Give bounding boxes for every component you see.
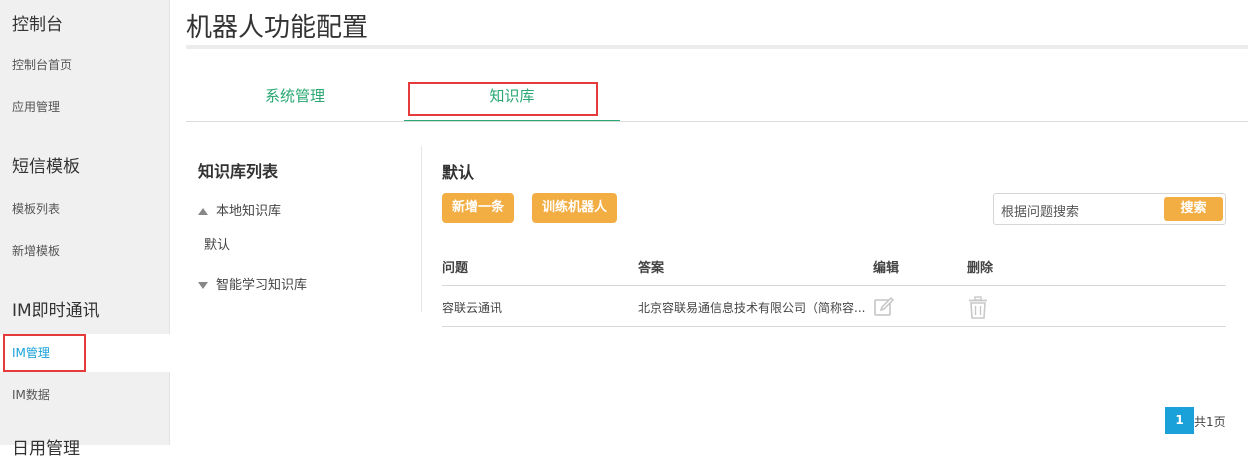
tree-node-label: 本地知识库 [216, 204, 282, 219]
column-header-answer: 答案 [638, 261, 665, 276]
panel-divider [421, 146, 422, 312]
sidebar-item-console-home[interactable]: 控制台首页 [0, 46, 170, 84]
search-button[interactable]: 搜索 [1164, 197, 1223, 221]
train-robot-button[interactable]: 训练机器人 [532, 193, 618, 223]
trash-icon[interactable] [967, 296, 989, 320]
sidebar-item-add-template[interactable]: 新增模板 [0, 232, 170, 270]
sidebar-item-app-management[interactable]: 应用管理 [0, 88, 170, 126]
sidebar-section-im: IM即时通讯 [12, 301, 100, 321]
sidebar-section-partial: 日用管理 [12, 439, 80, 459]
table-cell-answer: 北京容联易通信息技术有限公司（简称容... [638, 301, 866, 315]
title-divider [186, 45, 1248, 49]
tree-node-smart-kb[interactable]: 智能学习知识库 [198, 274, 307, 293]
table-header-divider [442, 285, 1226, 286]
edit-icon[interactable] [873, 296, 895, 318]
table-cell-question: 容联云通讯 [442, 301, 503, 315]
kb-name-heading: 默认 [442, 163, 475, 182]
search-input[interactable]: 根据问题搜索 搜索 [993, 193, 1226, 225]
tab-knowledge-base[interactable]: 知识库 [404, 72, 620, 122]
tree-node-local-kb[interactable]: 本地知识库 [198, 200, 281, 219]
sidebar-item-template-list[interactable]: 模板列表 [0, 190, 170, 228]
sidebar-section-console: 控制台 [12, 15, 63, 35]
collapse-icon [198, 208, 208, 215]
column-header-edit: 编辑 [873, 261, 900, 276]
column-header-delete: 删除 [967, 261, 994, 276]
expand-icon [198, 282, 208, 289]
sidebar-item-im-management[interactable]: IM管理 [0, 334, 170, 372]
sidebar: 控制台 控制台首页 应用管理 短信模板 模板列表 新增模板 IM即时通讯 IM管… [0, 0, 170, 459]
pagination-current-page[interactable]: 1 [1165, 407, 1194, 434]
tree-node-label: 智能学习知识库 [216, 278, 308, 293]
add-entry-button[interactable]: 新增一条 [442, 193, 515, 223]
sidebar-item-im-data[interactable]: IM数据 [0, 376, 170, 414]
table-row-divider [442, 326, 1226, 327]
sidebar-section-sms-templates: 短信模板 [12, 157, 80, 177]
tab-system-management[interactable]: 系统管理 [186, 72, 404, 122]
main-content: 机器人功能配置 系统管理 知识库 知识库列表 本地知识库 默认 智能学习知识库 … [170, 0, 1248, 445]
tab-divider [186, 121, 1248, 122]
search-placeholder: 根据问题搜索 [1001, 205, 1080, 220]
pagination-total: 共1页 [1194, 415, 1226, 429]
column-header-question: 问题 [442, 261, 469, 276]
tree-leaf-default[interactable]: 默认 [204, 234, 230, 253]
page-title: 机器人功能配置 [186, 13, 369, 43]
kb-list-title: 知识库列表 [198, 162, 279, 181]
